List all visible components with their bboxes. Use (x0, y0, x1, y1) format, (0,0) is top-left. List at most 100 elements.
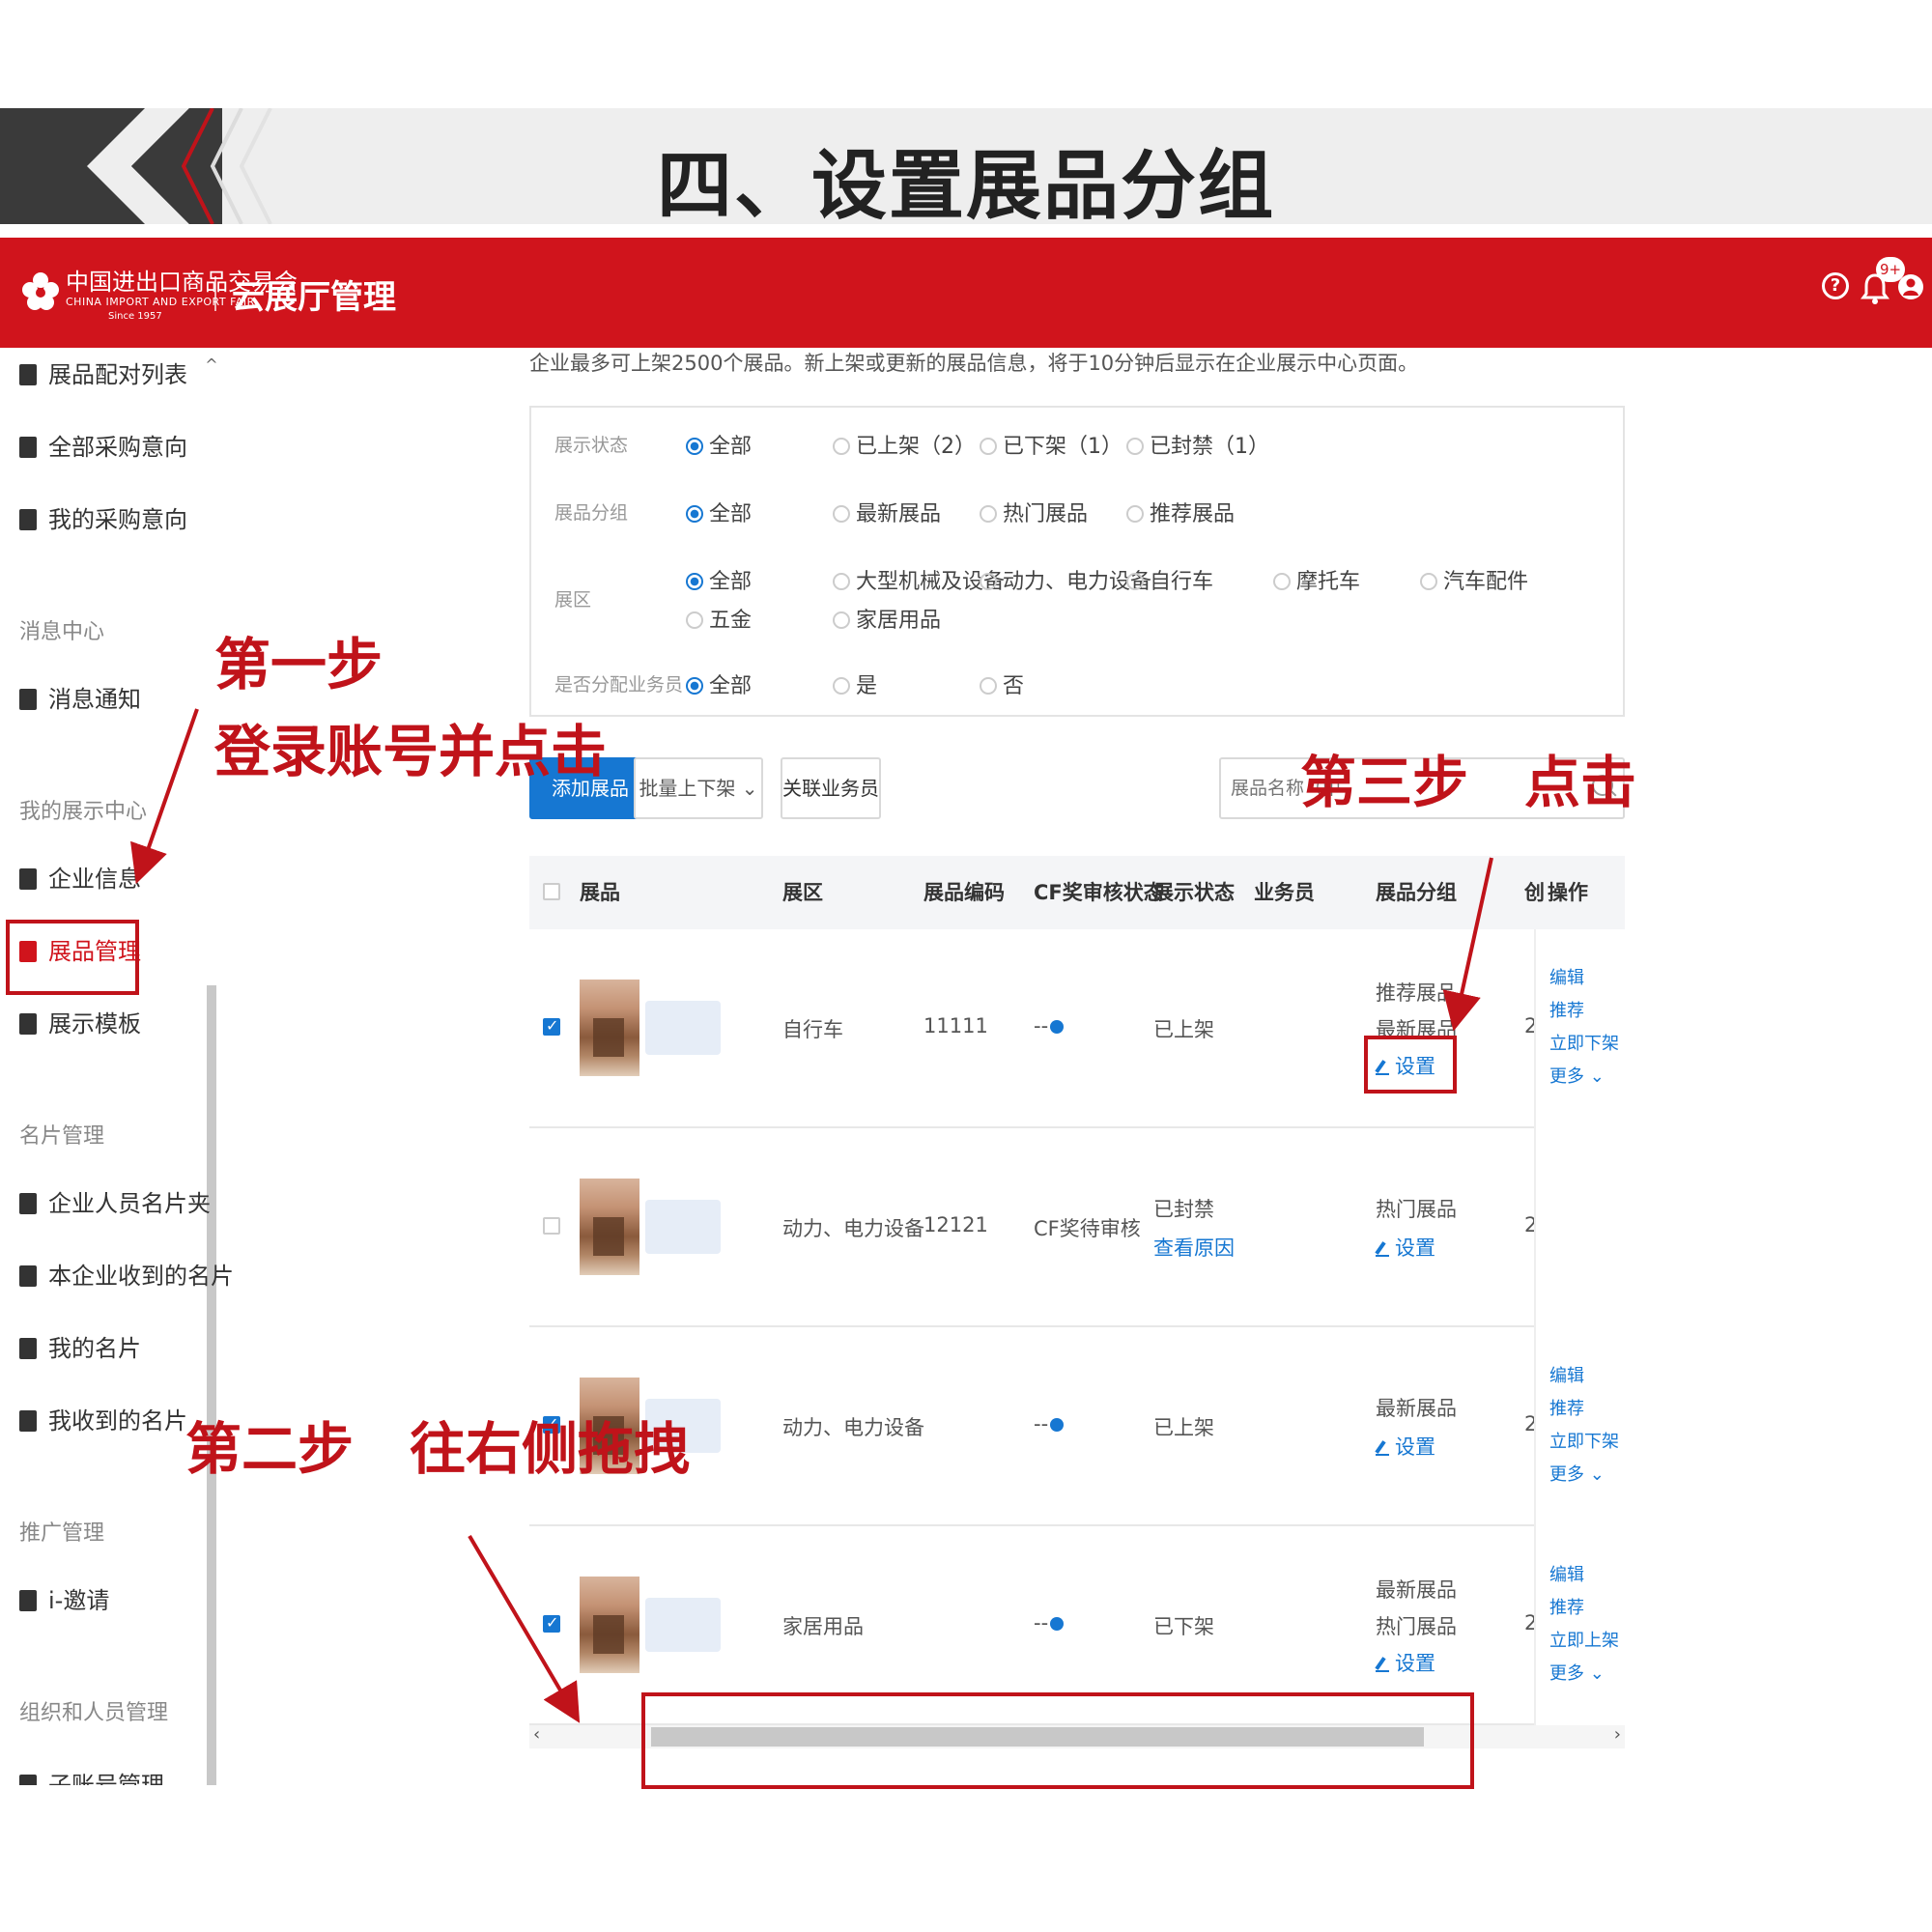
sidebar-item-subaccounts[interactable]: 子账号管理 (19, 1766, 164, 1785)
filter-option-label: 家居用品 (856, 609, 942, 633)
radio-icon (686, 505, 703, 523)
group-tag: 热门展品 (1376, 1615, 1457, 1638)
recommend-link[interactable]: 推荐 (1549, 1594, 1584, 1619)
row-checkbox[interactable] (543, 1016, 560, 1036)
unlist-link[interactable]: 立即下架 (1549, 1428, 1619, 1453)
filter-option-label: 五金 (709, 609, 753, 633)
row-checkbox[interactable] (543, 1217, 560, 1235)
radio-icon (1126, 505, 1144, 523)
sidebar-item-exhibit-match[interactable]: 展品配对列表 (19, 355, 187, 394)
user-avatar-icon[interactable] (1897, 272, 1924, 301)
filter-panel: 展示状态 全部 已上架（2） 已下架（1） 已封禁（1） 展品分组 全部 最新展… (529, 406, 1625, 717)
set-group-button[interactable]: 设置 (1376, 1233, 1435, 1262)
set-group-button[interactable]: 设置 (1376, 1432, 1435, 1461)
filter-label-assign: 是否分配业务员 (554, 674, 684, 696)
sidebar-item-company-info[interactable]: 企业信息 (19, 860, 141, 898)
filter-group-newest[interactable]: 最新展品 (833, 497, 941, 527)
filter-assign-yes[interactable]: 是 (833, 668, 877, 699)
sidebar-item-label: 我的采购意向 (48, 506, 187, 533)
recommend-link[interactable]: 推荐 (1549, 997, 1584, 1022)
sidebar-item-staff-cards[interactable]: 企业人员名片夹 (19, 1184, 211, 1223)
sidebar-item-template[interactable]: 展示模板 (19, 1005, 141, 1043)
filter-option-label: 是 (856, 674, 878, 698)
filter-zone-motorcycle[interactable]: 摩托车 (1273, 564, 1360, 595)
sidebar-item-my-purchase[interactable]: 我的采购意向 (19, 500, 187, 539)
col-zone: 展区 (782, 881, 823, 904)
sidebar-item-notifications[interactable]: 消息通知 (19, 680, 141, 719)
more-dropdown[interactable]: 更多 ⌄ (1549, 1461, 1605, 1486)
annotation-step2: 第二步 往右侧拖拽 (185, 1416, 691, 1482)
radio-icon (833, 505, 850, 523)
set-group-label: 设置 (1395, 1435, 1435, 1459)
scroll-left-icon[interactable]: ‹ (533, 1724, 540, 1745)
select-all-checkbox[interactable] (543, 883, 560, 900)
filter-zone-all[interactable]: 全部 (686, 564, 752, 595)
list-icon (19, 437, 37, 458)
org-icon (19, 868, 37, 890)
more-dropdown[interactable]: 更多 ⌄ (1549, 1660, 1605, 1685)
logo-since: Since 1957 (108, 311, 162, 322)
filter-option-label: 热门展品 (1003, 502, 1089, 526)
card-icon (19, 1338, 37, 1359)
card-icon (19, 1193, 37, 1214)
sidebar-section-showcase: 我的展示中心 (19, 800, 148, 824)
edit-link[interactable]: 编辑 (1549, 964, 1584, 989)
filter-status-all[interactable]: 全部 (686, 429, 752, 460)
radio-icon (833, 611, 850, 629)
filter-zone-bicycle[interactable]: 自行车 (1126, 564, 1213, 595)
sidebar-item-all-purchase[interactable]: 全部采购意向 (19, 428, 187, 467)
recommend-link[interactable]: 推荐 (1549, 1395, 1584, 1420)
more-dropdown[interactable]: 更多 ⌄ (1549, 1063, 1605, 1088)
view-reason-link[interactable]: 查看原因 (1153, 1233, 1235, 1262)
sidebar-item-my-received-cards[interactable]: 我收到的名片 (19, 1402, 187, 1440)
scroll-right-icon[interactable]: › (1614, 1724, 1621, 1745)
filter-group-recommended[interactable]: 推荐展品 (1126, 497, 1235, 527)
filter-zone-auto-parts[interactable]: 汽车配件 (1420, 564, 1528, 595)
info-icon[interactable] (1050, 1418, 1065, 1432)
help-icon[interactable]: ? (1822, 272, 1849, 299)
list-now-link[interactable]: 立即上架 (1549, 1627, 1619, 1652)
edit-link[interactable]: 编辑 (1549, 1362, 1584, 1387)
sidebar-item-label: 子账号管理 (48, 1772, 164, 1785)
filter-assign-no[interactable]: 否 (980, 668, 1024, 699)
scroll-up-icon[interactable]: ^ (205, 355, 218, 374)
filter-zone-household[interactable]: 家居用品 (833, 603, 941, 634)
sidebar-item-label: 本企业收到的名片 (48, 1263, 234, 1290)
sidebar-item-label: 我收到的名片 (48, 1407, 187, 1435)
filter-zone-hardware[interactable]: 五金 (686, 603, 752, 634)
assign-salesperson-button[interactable]: 关联业务员 (781, 757, 881, 819)
sidebar-item-label: 消息通知 (48, 686, 141, 713)
cf-status: -- (1034, 1611, 1049, 1634)
radio-icon (686, 438, 703, 455)
sidebar-scroll-thumb[interactable] (207, 985, 216, 1785)
set-group-button[interactable]: 设置 (1376, 1648, 1435, 1677)
sidebar-item-company-received-cards[interactable]: 本企业收到的名片 (19, 1257, 234, 1295)
filter-status-listed[interactable]: 已上架（2） (833, 429, 976, 460)
bell-icon (19, 689, 37, 710)
group-tag: 最新展品 (1376, 1578, 1457, 1602)
sidebar-item-my-card[interactable]: 我的名片 (19, 1329, 141, 1368)
set-group-label: 设置 (1395, 1236, 1435, 1260)
filter-group-all[interactable]: 全部 (686, 497, 752, 527)
filter-option-label: 汽车配件 (1443, 570, 1529, 594)
row-checkbox[interactable] (543, 1613, 560, 1633)
sidebar-item-label: 展示模板 (48, 1010, 141, 1037)
radio-icon (686, 677, 703, 695)
sidebar-item-invite[interactable]: i-邀请 (19, 1581, 109, 1620)
radio-icon (833, 677, 850, 695)
unlist-link[interactable]: 立即下架 (1549, 1030, 1619, 1055)
sidebar-section-cards: 名片管理 (19, 1124, 105, 1149)
filter-status-banned[interactable]: 已封禁（1） (1126, 429, 1269, 460)
edit-link[interactable]: 编辑 (1549, 1561, 1584, 1586)
cf-status: -- (1034, 1412, 1049, 1435)
info-icon[interactable] (1050, 1617, 1065, 1631)
filter-group-hot[interactable]: 热门展品 (980, 497, 1088, 527)
radio-icon (1126, 573, 1144, 590)
batch-list-dropdown[interactable]: 批量上下架 ⌄ (634, 757, 763, 819)
exhibit-thumbnail (580, 980, 639, 1076)
status-cell: 已上架 (1153, 1416, 1214, 1439)
filter-assign-all[interactable]: 全部 (686, 668, 752, 699)
info-icon[interactable] (1050, 1020, 1065, 1034)
filter-status-unlisted[interactable]: 已下架（1） (980, 429, 1122, 460)
col-display-status: 展示状态 (1153, 881, 1235, 904)
